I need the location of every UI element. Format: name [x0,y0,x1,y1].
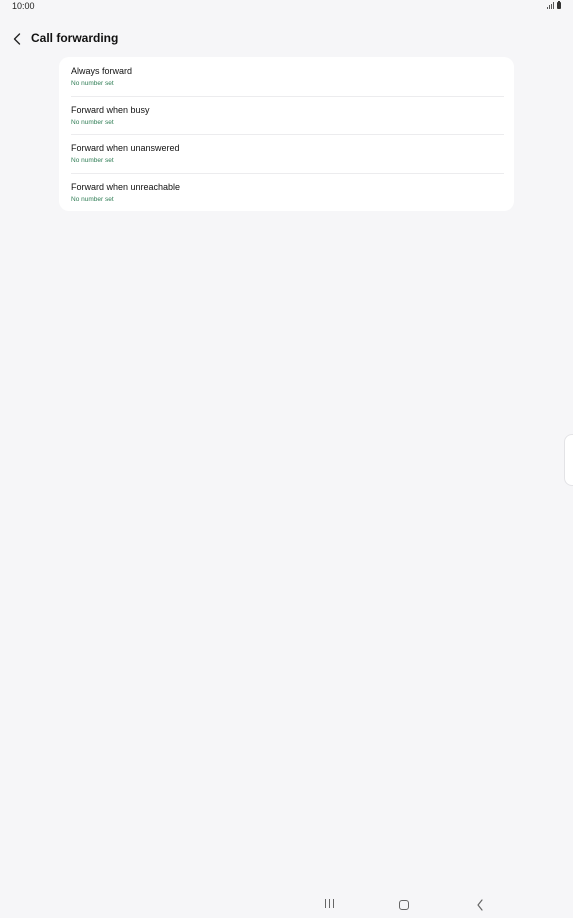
page-title: Call forwarding [31,31,119,45]
option-always-forward[interactable]: Always forward No number set [59,57,514,96]
option-label: Forward when unreachable [71,181,181,192]
edge-panel-handle[interactable] [564,434,573,486]
recents-icon[interactable] [322,899,336,911]
back-icon[interactable] [475,898,485,912]
option-label: Forward when unanswered [71,143,180,153]
option-forward-when-unreachable[interactable]: Forward when unreachable No number set [59,172,514,212]
navigation-bar [0,892,573,918]
status-icons [547,1,561,9]
option-status: No number set [71,80,114,87]
chevron-left-icon [13,33,21,45]
option-status: No number set [71,157,114,164]
option-status: No number set [71,195,114,203]
option-label: Always forward [71,66,133,76]
option-forward-when-unanswered[interactable]: Forward when unanswered No number set [59,134,514,173]
option-label: Forward when busy [71,104,150,115]
home-icon[interactable] [399,900,409,910]
header: Call forwarding [0,28,573,50]
back-button[interactable] [8,29,26,49]
screen: 10:00 Call forwarding Always forward No … [0,0,573,918]
battery-icon [557,1,561,9]
status-time: 10:00 [12,1,35,11]
status-bar: 10:00 [0,0,573,14]
signal-icon [547,2,554,9]
forwarding-options-card: Always forward No number set Forward whe… [59,57,514,211]
option-status: No number set [71,118,114,126]
option-forward-when-busy[interactable]: Forward when busy No number set [59,95,514,135]
